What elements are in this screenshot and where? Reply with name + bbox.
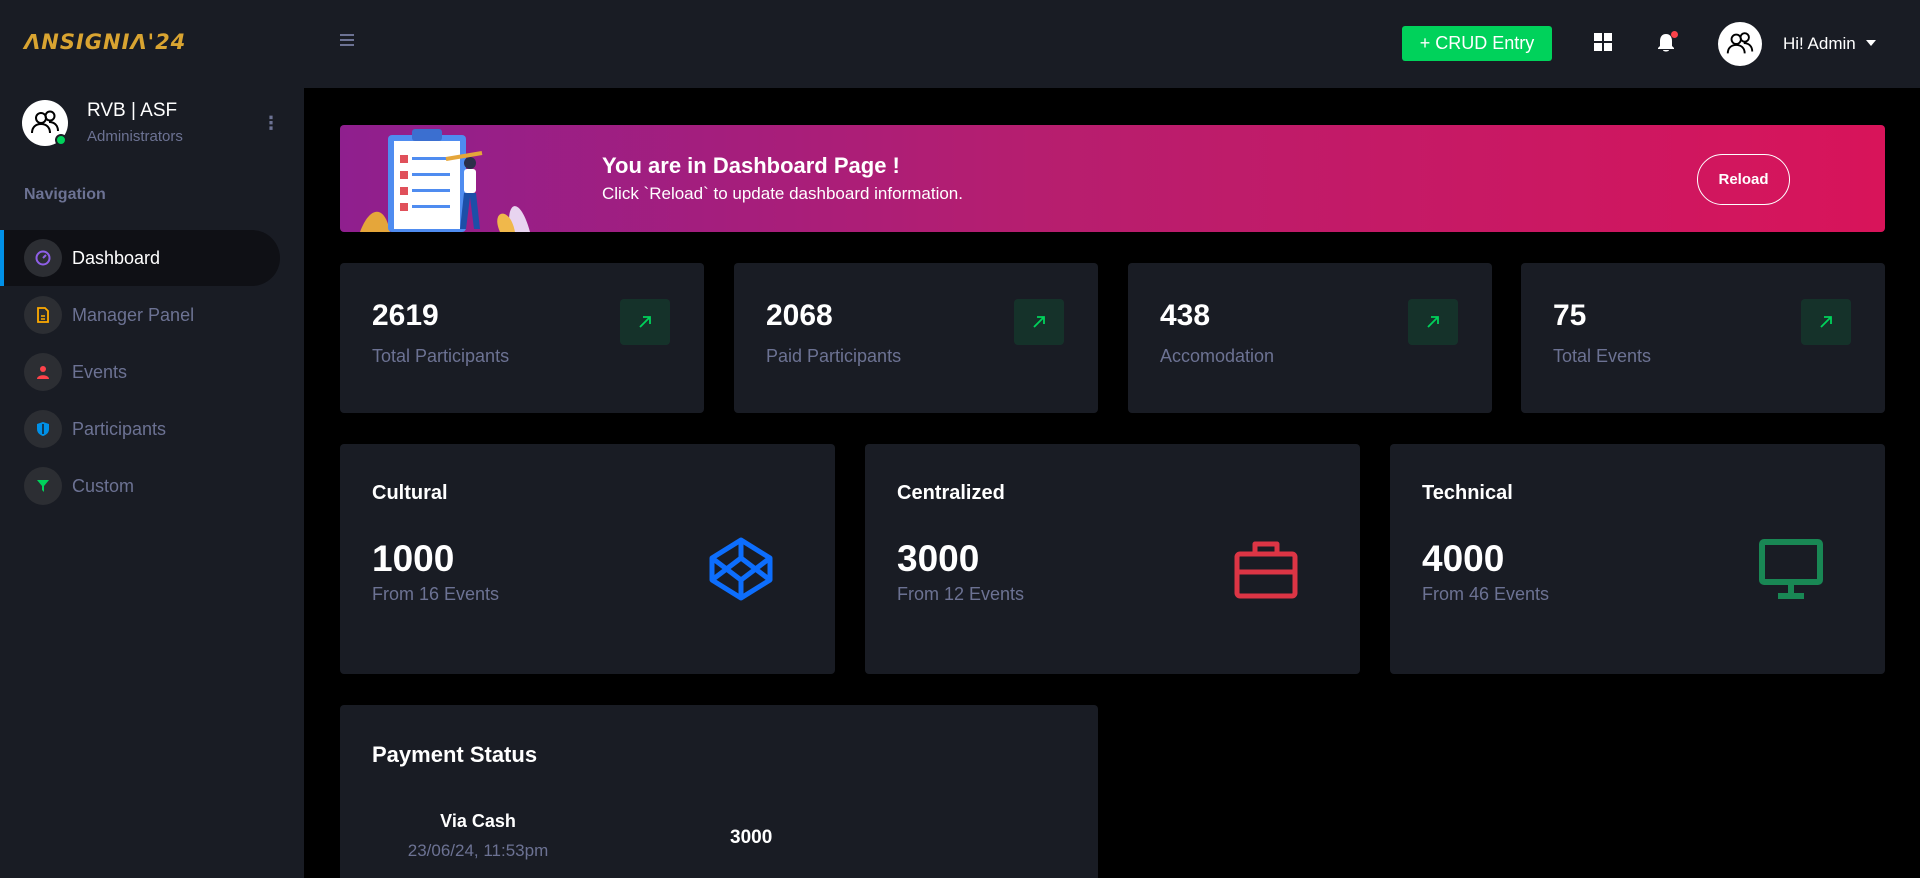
profile-block: RVB | ASF Administrators ⋮ [22,100,282,150]
user-avatar[interactable] [1718,22,1762,66]
shield-icon [24,410,62,448]
stat-value: 2068 [766,299,833,332]
checklist-illustration-icon [360,129,530,232]
category-subtitle: From 46 Events [1422,584,1550,604]
stat-value: 75 [1553,299,1587,332]
payment-method: Via Cash [440,811,516,831]
banner-subtitle: Click `Reload` to update dashboard infor… [602,184,963,203]
sidebar-item-label: Manager Panel [72,304,195,325]
payment-status-card: Payment Status Via Cash 23/06/24, 11:53p… [340,705,1098,878]
category-card-technical: Technical 4000 From 46 Events [1390,444,1885,674]
arrow-up-right-icon[interactable] [620,299,670,345]
arrow-up-right-icon[interactable] [1408,299,1458,345]
banner-title: You are in Dashboard Page ! [602,153,900,178]
sidebar-item-label: Events [72,361,128,382]
stat-label: Total Participants [372,346,510,366]
category-value: 3000 [897,538,980,579]
users-icon [1726,32,1754,54]
payment-status-title: Payment Status [372,742,538,767]
notification-dot [1671,31,1678,38]
stat-label: Paid Participants [766,346,902,366]
nav-heading: Navigation [24,186,106,203]
stat-card-accomodation: 438 Accomodation [1128,263,1492,413]
sidebar-item-label: Participants [72,418,167,439]
brand-logo[interactable]: ᐱNSIGNIᐱ'24 [24,30,186,54]
online-status-dot [55,134,67,146]
sidebar-item-events[interactable]: Events [0,344,280,400]
sidebar-item-custom[interactable]: Custom [0,458,280,514]
sidebar-item-manager-panel[interactable]: Manager Panel [0,287,280,343]
payment-amount: 3000 [730,827,773,848]
monitor-icon [1759,539,1823,599]
profile-name: RVB | ASF [87,100,178,121]
user-menu-label[interactable]: Hi! Admin [1783,34,1856,54]
chevron-down-icon[interactable] [1866,40,1876,46]
briefcase-icon [1234,541,1298,599]
filter-icon [24,467,62,505]
category-title: Technical [1422,482,1513,504]
arrow-up-right-icon[interactable] [1801,299,1851,345]
sidebar: ᐱNSIGNIᐱ'24 RVB | ASF Administrators ⋮ N… [0,0,304,878]
stat-value: 2619 [372,299,439,332]
speedometer-icon [24,239,62,277]
category-card-cultural: Cultural 1000 From 16 Events [340,444,835,674]
category-subtitle: From 16 Events [372,584,500,604]
apps-grid-icon[interactable] [1594,33,1612,51]
arrow-up-right-icon[interactable] [1014,299,1064,345]
stat-card-paid-participants: 2068 Paid Participants [734,263,1098,413]
stat-card-total-participants: 2619 Total Participants [340,263,704,413]
stat-card-total-events: 75 Total Events [1521,263,1885,413]
profile-role: Administrators [87,128,183,145]
category-value: 4000 [1422,538,1505,579]
stat-label: Total Events [1553,346,1652,366]
category-value: 1000 [372,538,455,579]
category-title: Cultural [372,482,448,504]
file-icon [24,296,62,334]
person-icon [24,353,62,391]
menu-toggle-icon[interactable] [340,34,354,46]
stat-value: 438 [1160,299,1211,332]
crud-entry-button[interactable]: + CRUD Entry [1402,26,1552,61]
sidebar-nav: Dashboard Manager Panel Events Participa… [0,230,304,515]
stat-label: Accomodation [1160,346,1275,366]
dashboard-banner: You are in Dashboard Page ! Click `Reloa… [340,125,1885,232]
payment-date: 23/06/24, 11:53pm [407,841,549,860]
sidebar-item-label: Dashboard [72,247,161,268]
category-card-centralized: Centralized 3000 From 12 Events [865,444,1360,674]
reload-button[interactable]: Reload [1697,154,1790,205]
topbar: + CRUD Entry Hi! Admin [304,0,1920,88]
category-subtitle: From 12 Events [897,584,1025,604]
sidebar-item-label: Custom [72,475,135,496]
codepen-icon [709,537,773,601]
category-title: Centralized [897,482,1005,504]
profile-menu-icon[interactable]: ⋮ [262,112,280,134]
sidebar-item-dashboard[interactable]: Dashboard [0,230,280,286]
sidebar-item-participants[interactable]: Participants [0,401,280,457]
